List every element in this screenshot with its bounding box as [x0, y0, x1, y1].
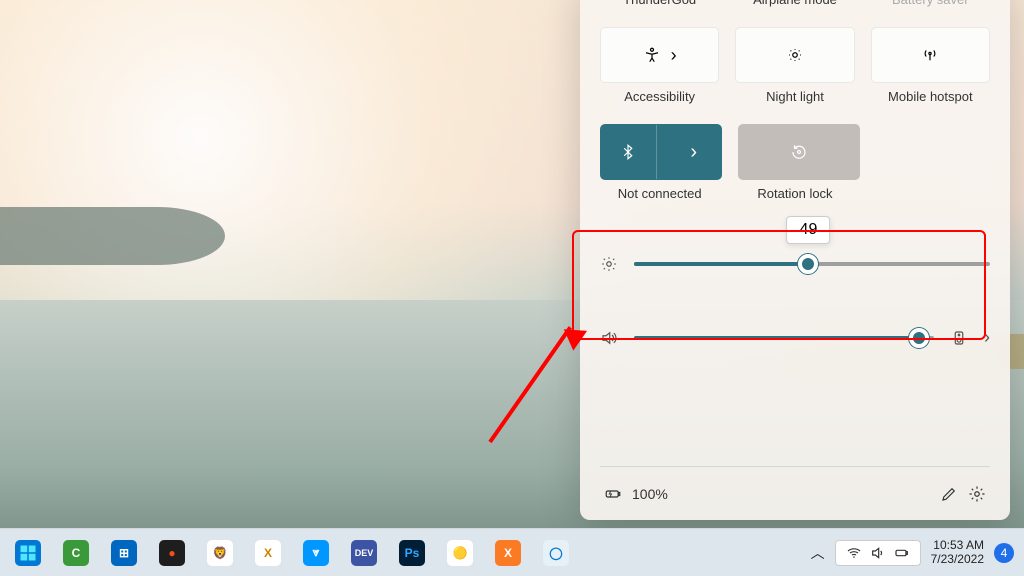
rotation-lock-tile[interactable]: [738, 124, 860, 180]
chevron-right-icon: [671, 45, 677, 66]
volume-icon: [600, 329, 618, 347]
brightness-tooltip: 49: [787, 216, 831, 244]
taskbar-app-brave[interactable]: 🦁: [200, 533, 240, 573]
tile-label-accessibility: Accessibility: [600, 89, 719, 104]
clock-time: 10:53 AM: [931, 539, 984, 553]
hotspot-icon: [921, 46, 939, 64]
taskbar-app-xampp[interactable]: X: [488, 533, 528, 573]
chevron-right-icon[interactable]: [984, 327, 990, 348]
tile-label-hotspot: Mobile hotspot: [871, 89, 990, 104]
taskbar-apps: C⊞●🦁X⩔DEVPs🟡X◯: [0, 533, 576, 573]
taskbar-app-cortana[interactable]: ◯: [536, 533, 576, 573]
panel-footer: 100%: [600, 466, 990, 520]
bluetooth-icon: [619, 143, 637, 161]
brightness-low-icon: [786, 46, 804, 64]
wifi-icon: [846, 545, 862, 561]
rotation-lock-icon: [790, 143, 808, 161]
tile-label-wifi: ThunderGod: [600, 0, 719, 7]
chevron-right-icon: ›: [690, 141, 697, 164]
accessibility-icon: [643, 46, 661, 64]
volume-thumb[interactable]: [909, 328, 929, 348]
bluetooth-toggle[interactable]: [601, 125, 657, 179]
taskbar-app-mobaxterm[interactable]: X: [248, 533, 288, 573]
tray-status-pill[interactable]: [835, 540, 921, 566]
brightness-slider-block: 49: [600, 251, 990, 277]
notification-badge[interactable]: 4: [994, 543, 1014, 563]
taskbar-clock[interactable]: 10:53 AM 7/23/2022: [931, 539, 984, 567]
taskbar-app-figma[interactable]: ●: [152, 533, 192, 573]
bluetooth-expand[interactable]: ›: [667, 125, 722, 179]
taskbar-app-vscode[interactable]: ⩔: [296, 533, 336, 573]
gear-icon[interactable]: [968, 485, 986, 503]
taskbar-app-start[interactable]: [8, 533, 48, 573]
clock-date: 7/23/2022: [931, 553, 984, 567]
volume-slider[interactable]: [634, 336, 934, 340]
taskbar-app-photoshop[interactable]: Ps: [392, 533, 432, 573]
wallpaper-land: [0, 207, 225, 265]
tile-label-night-light: Night light: [735, 89, 854, 104]
brightness-slider[interactable]: 49: [634, 262, 990, 266]
brightness-icon: [600, 255, 618, 273]
taskbar-app-msstore[interactable]: ⊞: [104, 533, 144, 573]
tile-label-rotation: Rotation lock: [735, 186, 854, 201]
battery-percent: 100%: [632, 486, 668, 502]
taskbar-app-camtasia[interactable]: C: [56, 533, 96, 573]
tile-label-airplane: Airplane mode: [735, 0, 854, 7]
quick-settings-panel: ThunderGod Airplane mode Battery saver A…: [580, 0, 1010, 520]
battery-icon: [604, 485, 622, 503]
mobile-hotspot-tile[interactable]: [871, 27, 990, 83]
tray-overflow-chevron[interactable]: ︿: [811, 543, 825, 563]
accessibility-tile[interactable]: [600, 27, 719, 83]
battery-tray-icon: [894, 545, 910, 561]
tile-label-battery-saver: Battery saver: [871, 0, 990, 7]
tile-label-bluetooth: Not connected: [600, 186, 719, 201]
bluetooth-tile[interactable]: ›: [600, 124, 722, 180]
taskbar: C⊞●🦁X⩔DEVPs🟡X◯ ︿ 10:53 AM 7/23/2022 4: [0, 528, 1024, 576]
taskbar-app-devtool[interactable]: DEV: [344, 533, 384, 573]
volume-tray-icon: [870, 545, 886, 561]
taskbar-app-chrome[interactable]: 🟡: [440, 533, 480, 573]
system-tray: ︿ 10:53 AM 7/23/2022 4: [811, 539, 1024, 567]
audio-output-icon[interactable]: [950, 329, 968, 347]
night-light-tile[interactable]: [735, 27, 854, 83]
brightness-thumb[interactable]: 49: [798, 254, 818, 274]
edit-icon[interactable]: [940, 485, 958, 503]
